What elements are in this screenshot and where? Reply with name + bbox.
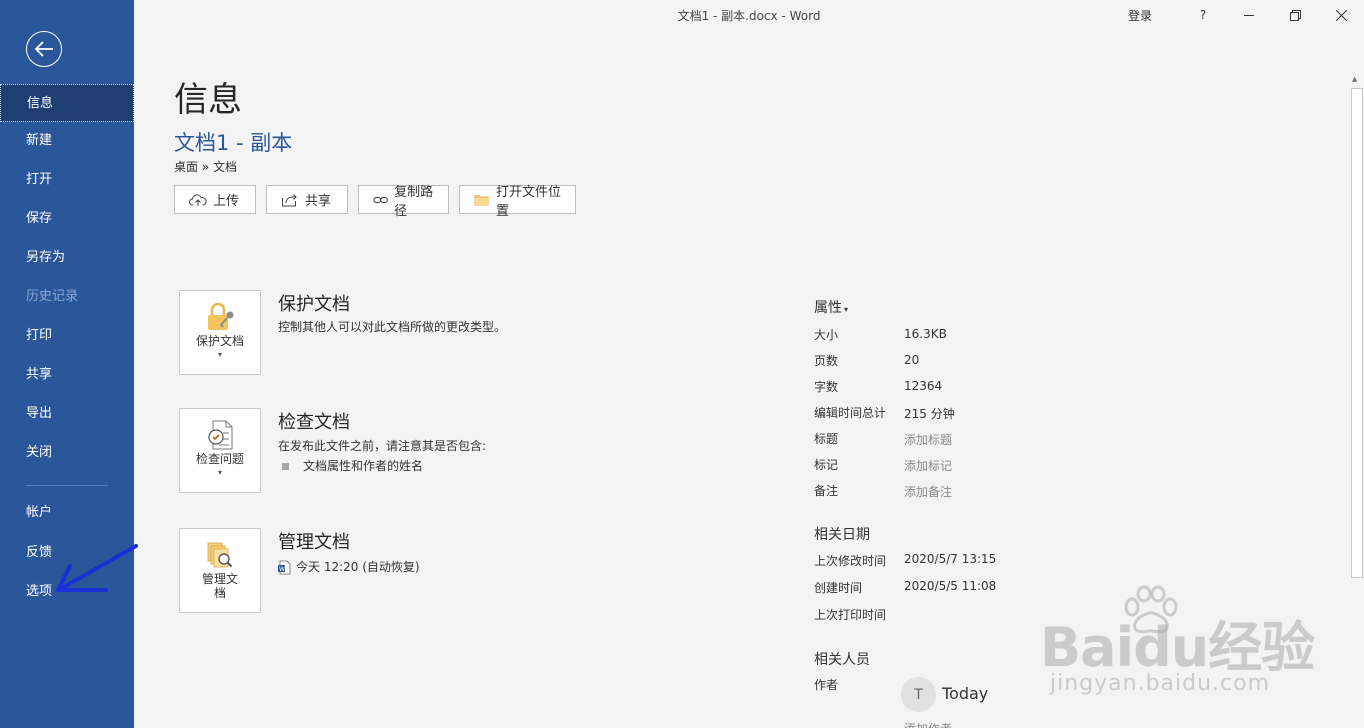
author-label: 作者 xyxy=(814,678,839,692)
signin-link[interactable]: 登录 xyxy=(1128,7,1152,24)
document-name: 文档1 - 副本 xyxy=(174,131,293,155)
related-people-header: 相关人员 xyxy=(814,652,870,668)
share-button[interactable]: 共享 xyxy=(266,185,348,214)
cloud-upload-icon xyxy=(189,193,207,206)
related-dates-header: 相关日期 xyxy=(814,527,870,543)
properties-dropdown[interactable]: 属性 ▾ xyxy=(814,297,848,317)
title-bar: 文档1 - 副本.docx - Word 登录 ? xyxy=(134,0,1364,30)
help-button[interactable]: ? xyxy=(1180,0,1226,30)
link-icon xyxy=(373,196,388,203)
inspect-icon xyxy=(180,419,260,451)
bullet-icon xyxy=(282,463,289,470)
inspect-description: 在发布此文件之前，请注意其是否包含: xyxy=(278,439,487,453)
word-document-icon: W xyxy=(278,560,291,575)
inspect-document-card[interactable]: 检查问题 ▾ xyxy=(179,408,261,493)
prop-label-size: 大小 xyxy=(814,328,839,342)
prop-label-title: 标题 xyxy=(814,432,839,446)
sidebar-divider xyxy=(26,485,108,486)
folder-icon xyxy=(474,194,489,206)
prop-label-tags: 标记 xyxy=(814,458,839,472)
inspect-bullet: 文档属性和作者的姓名 xyxy=(282,457,423,474)
sidebar-item-print[interactable]: 打印 xyxy=(0,317,134,355)
chevron-down-icon: ▾ xyxy=(217,468,222,477)
lock-icon xyxy=(180,301,260,333)
prop-label-comments: 备注 xyxy=(814,484,839,498)
date-label-created: 创建时间 xyxy=(814,581,863,595)
chevron-down-icon: ▾ xyxy=(844,305,849,314)
protect-card-label: 保护文档 xyxy=(195,334,244,348)
share-label: 共享 xyxy=(305,194,332,209)
file-actions: 上传 共享 复制路径 打开文件位置 xyxy=(174,185,576,219)
date-value-created: 2020/5/5 11:08 xyxy=(904,579,997,593)
protect-description: 控制其他人可以对此文档所做的更改类型。 xyxy=(278,320,507,334)
sidebar-item-new[interactable]: 新建 xyxy=(0,122,134,160)
baidu-watermark: Baidu经验 jingyan.baidu.com xyxy=(1040,585,1340,705)
back-arrow-icon[interactable] xyxy=(26,31,62,67)
minimize-icon[interactable] xyxy=(1226,0,1272,30)
prop-value-edit-time: 215 分钟 xyxy=(904,407,955,421)
sidebar-item-save-as[interactable]: 另存为 xyxy=(0,239,134,277)
prop-value-words: 12364 xyxy=(904,379,943,393)
sidebar-item-save[interactable]: 保存 xyxy=(0,200,134,238)
annotation-arrow-icon xyxy=(56,544,138,592)
add-tags-field[interactable]: 添加标记 xyxy=(904,457,952,474)
scrollbar-thumb[interactable] xyxy=(1351,88,1363,578)
manage-document-icon xyxy=(180,539,260,571)
upload-label: 上传 xyxy=(213,194,240,209)
inspect-bullet-text: 文档属性和作者的姓名 xyxy=(303,459,424,473)
date-value-modified: 2020/5/7 13:15 xyxy=(904,552,997,566)
sidebar-item-open[interactable]: 打开 xyxy=(0,161,134,199)
close-icon[interactable] xyxy=(1318,0,1364,30)
svg-text:W: W xyxy=(279,566,285,573)
add-comments-field[interactable]: 添加备注 xyxy=(904,483,952,500)
manage-document-card[interactable]: 管理文档 ▾ xyxy=(179,528,261,613)
copy-path-button[interactable]: 复制路径 xyxy=(358,185,449,219)
avatar: T xyxy=(901,677,936,712)
sidebar-item-export[interactable]: 导出 xyxy=(0,395,134,433)
page-title: 信息 xyxy=(174,80,242,120)
sidebar-item-account[interactable]: 帐户 xyxy=(0,494,134,532)
chevron-down-icon: ▾ xyxy=(217,350,222,359)
inspect-title: 检查文档 xyxy=(278,412,350,433)
date-label-modified: 上次修改时间 xyxy=(814,554,887,568)
prop-label-edit-time: 编辑时间总计 xyxy=(814,406,887,420)
autosave-version-text: 今天 12:20 (自动恢复) xyxy=(296,560,420,574)
watermark-url: jingyan.baidu.com xyxy=(1050,671,1271,696)
sidebar-item-share[interactable]: 共享 xyxy=(0,356,134,394)
open-file-location-label: 打开文件位置 xyxy=(495,184,561,219)
scroll-up-icon[interactable]: ▲ xyxy=(1352,75,1357,83)
backstage-sidebar: 信息 新建 打开 保存 另存为 历史记录 打印 共享 导出 关闭 帐户 反馈 选… xyxy=(0,0,134,728)
sidebar-item-close[interactable]: 关闭 xyxy=(0,434,134,472)
restore-icon[interactable] xyxy=(1272,0,1318,30)
properties-header: 属性 xyxy=(814,300,842,316)
sidebar-item-info[interactable]: 信息 xyxy=(0,84,134,122)
share-icon xyxy=(282,193,297,206)
prop-value-pages: 20 xyxy=(904,353,920,367)
prop-label-pages: 页数 xyxy=(814,354,839,368)
add-title-field[interactable]: 添加标题 xyxy=(904,431,952,448)
upload-button[interactable]: 上传 xyxy=(174,185,256,214)
chevron-down-icon: ▾ xyxy=(220,588,225,597)
open-file-location-button[interactable]: 打开文件位置 xyxy=(459,185,576,219)
protect-title: 保护文档 xyxy=(278,294,350,315)
breadcrumb[interactable]: 桌面 » 文档 xyxy=(174,158,237,175)
date-label-printed: 上次打印时间 xyxy=(814,608,887,622)
sidebar-item-history: 历史记录 xyxy=(26,289,79,304)
add-author-field[interactable]: 添加作者 xyxy=(904,720,952,728)
inspect-card-label: 检查问题 xyxy=(195,452,244,466)
copy-path-label: 复制路径 xyxy=(394,184,434,219)
manage-title: 管理文档 xyxy=(278,532,350,553)
author-name[interactable]: Today xyxy=(942,684,988,703)
prop-value-size: 16.3KB xyxy=(904,327,947,341)
protect-document-card[interactable]: 保护文档 ▾ xyxy=(179,290,261,375)
prop-label-words: 字数 xyxy=(814,380,839,394)
autosave-version[interactable]: W 今天 12:20 (自动恢复) xyxy=(278,558,420,575)
